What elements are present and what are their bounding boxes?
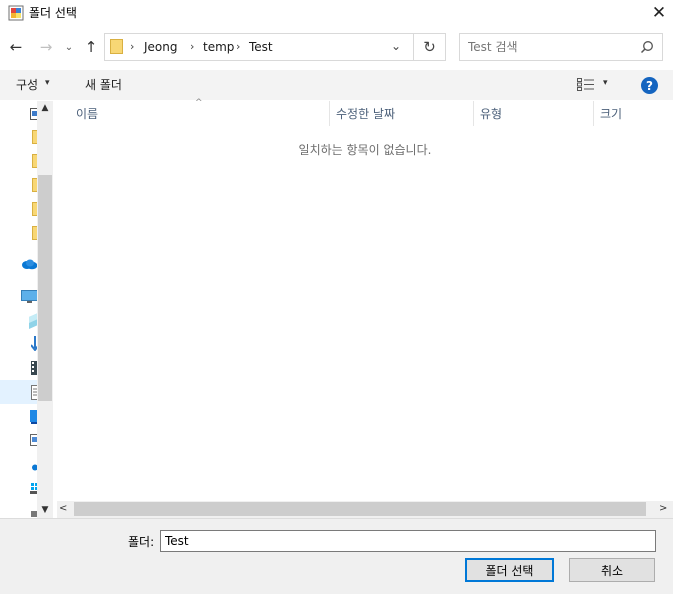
view-options-icon[interactable]	[577, 78, 595, 91]
column-header-date-modified[interactable]: 수정한 날짜	[336, 105, 395, 122]
scroll-up-icon[interactable]: ▲	[37, 103, 53, 113]
column-header-size[interactable]: 크기	[600, 105, 622, 122]
column-divider[interactable]	[593, 101, 594, 126]
address-dropdown-icon[interactable]: ⌄	[391, 39, 401, 53]
column-divider[interactable]	[329, 101, 330, 126]
chevron-down-icon[interactable]: ▾	[603, 78, 608, 88]
scroll-thumb[interactable]	[38, 175, 52, 401]
refresh-button[interactable]: ↻	[414, 33, 446, 61]
scroll-down-icon[interactable]: ▼	[37, 505, 53, 515]
title-bar: 폴더 선택 ✕	[0, 0, 673, 26]
column-divider[interactable]	[473, 101, 474, 126]
folder-label: 폴더:	[128, 535, 155, 549]
column-header-name[interactable]: 이름	[76, 105, 98, 122]
breadcrumb-item-jeong[interactable]: Jeong	[144, 40, 178, 54]
search-box[interactable]	[459, 33, 663, 61]
organize-button[interactable]: 구성	[16, 76, 38, 93]
sort-indicator-icon: ^	[195, 98, 203, 108]
column-header-type[interactable]: 유형	[480, 105, 502, 122]
chevron-down-icon: ⌄	[64, 41, 74, 53]
breadcrumb-item-temp[interactable]: temp	[203, 40, 234, 54]
up-arrow-icon: ↑	[84, 38, 98, 56]
horizontal-scrollbar[interactable]: < >	[57, 501, 673, 518]
search-icon[interactable]	[640, 40, 654, 54]
refresh-icon: ↻	[423, 38, 436, 56]
file-list: ^ 이름 수정한 날짜 유형 크기 일치하는 항목이 없습니다.	[57, 98, 673, 501]
forward-arrow-icon: →	[39, 38, 53, 56]
command-bar: 구성 ▾ 새 폴더 ▾ ?	[0, 70, 673, 100]
recent-locations-button[interactable]: ⌄	[62, 37, 76, 57]
scroll-thumb[interactable]	[74, 502, 646, 516]
breadcrumb-separator-icon[interactable]: ›	[190, 40, 194, 53]
breadcrumb-item-test[interactable]: Test	[249, 40, 273, 54]
search-input[interactable]	[468, 38, 628, 56]
navigation-pane: ▲ ▼	[0, 101, 53, 518]
help-icon[interactable]: ?	[641, 77, 658, 94]
folder-icon	[110, 39, 123, 54]
breadcrumb-separator-icon[interactable]: ›	[236, 40, 240, 53]
onedrive-icon[interactable]	[21, 259, 38, 270]
forward-button[interactable]: →	[36, 37, 56, 57]
this-pc-icon[interactable]	[21, 290, 38, 304]
back-arrow-icon: ←	[9, 38, 23, 56]
scroll-left-icon[interactable]: <	[59, 503, 67, 514]
close-button[interactable]: ✕	[645, 0, 673, 26]
nav-vertical-scrollbar[interactable]: ▲ ▼	[37, 101, 53, 518]
app-window-icon	[8, 5, 24, 21]
up-button[interactable]: ↑	[81, 37, 101, 57]
dialog-footer: 폴더: 폴더 선택 취소	[0, 518, 673, 594]
window-title: 폴더 선택	[29, 6, 77, 20]
chevron-down-icon[interactable]: ▾	[45, 78, 50, 88]
back-button[interactable]: ←	[6, 37, 26, 57]
select-folder-button[interactable]: 폴더 선택	[465, 558, 554, 582]
breadcrumb-separator-icon[interactable]: ›	[130, 40, 134, 53]
address-bar[interactable]: › Jeong › temp › Test ⌄	[104, 33, 414, 61]
scroll-right-icon[interactable]: >	[659, 503, 667, 514]
new-folder-button[interactable]: 새 폴더	[85, 76, 122, 93]
close-icon: ✕	[651, 3, 667, 23]
folder-name-input[interactable]	[160, 530, 656, 552]
empty-message: 일치하는 항목이 없습니다.	[298, 143, 432, 157]
cancel-button[interactable]: 취소	[569, 558, 655, 582]
